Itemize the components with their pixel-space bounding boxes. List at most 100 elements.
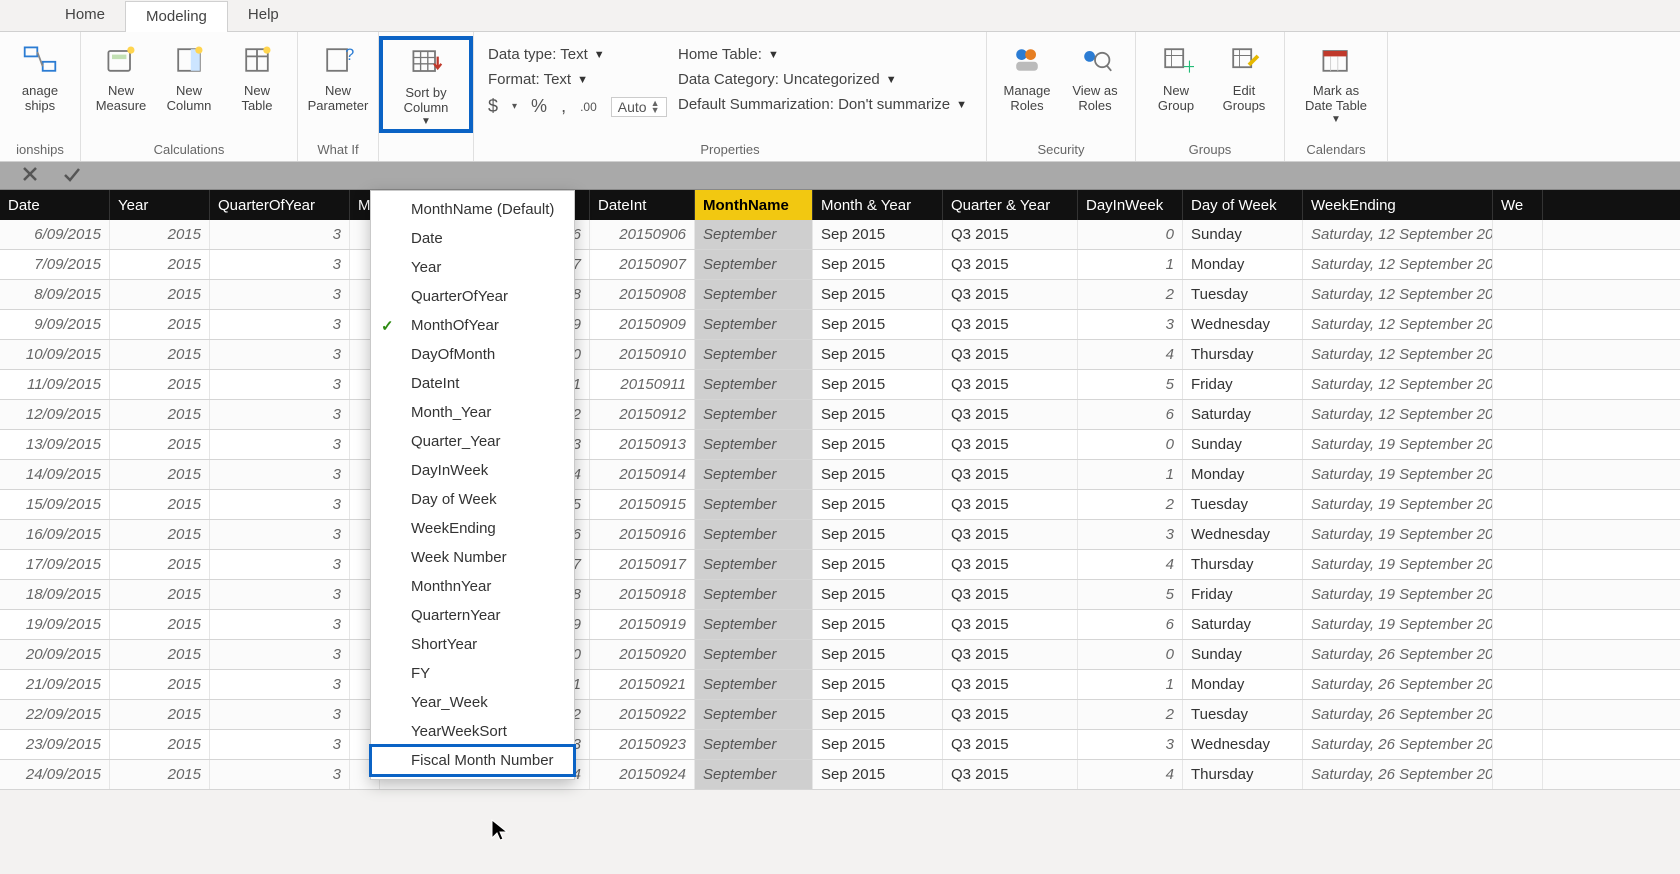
cell-dayinweek: 0 bbox=[1078, 430, 1183, 459]
col-dateint[interactable]: DateInt bbox=[590, 190, 695, 220]
cell-dayinweek: 2 bbox=[1078, 280, 1183, 309]
sort-menu-item[interactable]: Month_Year bbox=[371, 398, 574, 427]
cell-quarteryear: Q3 2015 bbox=[943, 670, 1078, 699]
table-row[interactable]: 19/09/2015 2015 3 9 20150919 September S… bbox=[0, 610, 1680, 640]
mark-as-date-table-button[interactable]: Mark as Date Table ▼ bbox=[1291, 38, 1381, 127]
cell-monthyear: Sep 2015 bbox=[813, 580, 943, 609]
cell-wk bbox=[1493, 310, 1543, 339]
table-row[interactable]: 10/09/2015 2015 3 0 20150910 September S… bbox=[0, 340, 1680, 370]
new-column-button[interactable]: New Column bbox=[155, 38, 223, 116]
edit-groups-button[interactable]: Edit Groups bbox=[1210, 38, 1278, 116]
table-row[interactable]: 6/09/2015 2015 3 6 20150906 September Se… bbox=[0, 220, 1680, 250]
table-row[interactable]: 9/09/2015 2015 3 9 20150909 September Se… bbox=[0, 310, 1680, 340]
tab-modeling[interactable]: Modeling bbox=[125, 1, 228, 32]
view-roles-icon bbox=[1075, 40, 1115, 80]
table-row[interactable]: 22/09/2015 2015 3 2 20150922 September S… bbox=[0, 700, 1680, 730]
sort-menu-item[interactable]: Date bbox=[371, 224, 574, 253]
sort-menu-item-label: Month_Year bbox=[411, 404, 491, 421]
sort-menu-item[interactable]: QuarterOfYear bbox=[371, 282, 574, 311]
sort-menu-item[interactable]: FY bbox=[371, 659, 574, 688]
table-row[interactable]: 23/09/2015 2015 3 3 20150923 September S… bbox=[0, 730, 1680, 760]
data-category-dropdown[interactable]: Data Category: Uncategorized▼ bbox=[678, 71, 980, 88]
table-row[interactable]: 16/09/2015 2015 3 6 20150916 September S… bbox=[0, 520, 1680, 550]
cancel-formula-button[interactable] bbox=[20, 164, 40, 187]
sort-menu-item[interactable]: MonthName (Default) bbox=[371, 195, 574, 224]
cell-dateint: 20150907 bbox=[590, 250, 695, 279]
cell-monthname: September bbox=[695, 520, 813, 549]
sort-menu-item[interactable]: Week Number bbox=[371, 543, 574, 572]
new-parameter-button[interactable]: ? New Parameter bbox=[304, 38, 372, 116]
sort-menu-item[interactable]: Year bbox=[371, 253, 574, 282]
cell-weekending: Saturday, 26 September 20 bbox=[1303, 730, 1493, 759]
table-row[interactable]: 13/09/2015 2015 3 3 20150913 September S… bbox=[0, 430, 1680, 460]
sort-menu-item[interactable]: DayInWeek bbox=[371, 456, 574, 485]
formula-input[interactable] bbox=[102, 162, 1680, 189]
cell-dayinweek: 6 bbox=[1078, 610, 1183, 639]
sort-menu-item[interactable]: MonthnYear bbox=[371, 572, 574, 601]
sort-menu-item[interactable]: QuarternYear bbox=[371, 601, 574, 630]
cell-monthyear: Sep 2015 bbox=[813, 520, 943, 549]
col-dayofweek[interactable]: Day of Week bbox=[1183, 190, 1303, 220]
home-table-dropdown[interactable]: Home Table:▼ bbox=[678, 46, 980, 63]
cell-date: 16/09/2015 bbox=[0, 520, 110, 549]
sort-menu-item[interactable]: YearWeekSort bbox=[371, 717, 574, 746]
sort-menu-item[interactable]: Day of Week bbox=[371, 485, 574, 514]
tab-help[interactable]: Help bbox=[228, 0, 299, 31]
table-row[interactable]: 12/09/2015 2015 3 2 20150912 September S… bbox=[0, 400, 1680, 430]
table-row[interactable]: 8/09/2015 2015 3 8 20150908 September Se… bbox=[0, 280, 1680, 310]
table-row[interactable]: 24/09/2015 2015 3 4 20150924 September S… bbox=[0, 760, 1680, 790]
cell-date: 12/09/2015 bbox=[0, 400, 110, 429]
decimals-button[interactable]: .00 bbox=[580, 100, 597, 114]
col-quarteryear[interactable]: Quarter & Year bbox=[943, 190, 1078, 220]
col-weekending[interactable]: WeekEnding bbox=[1303, 190, 1493, 220]
sort-menu-item[interactable]: ShortYear bbox=[371, 630, 574, 659]
new-measure-button[interactable]: New Measure bbox=[87, 38, 155, 116]
table-row[interactable]: 11/09/2015 2015 3 1 20150911 September S… bbox=[0, 370, 1680, 400]
new-table-button[interactable]: New Table bbox=[223, 38, 291, 116]
cell-year: 2015 bbox=[110, 700, 210, 729]
table-row[interactable]: 21/09/2015 2015 3 1 20150921 September S… bbox=[0, 670, 1680, 700]
table-row[interactable]: 7/09/2015 2015 3 7 20150907 September Se… bbox=[0, 250, 1680, 280]
auto-stepper[interactable]: Auto ▲▼ bbox=[611, 97, 667, 117]
table-row[interactable]: 15/09/2015 2015 3 5 20150915 September S… bbox=[0, 490, 1680, 520]
sort-menu-item[interactable]: Fiscal Month Number bbox=[371, 746, 574, 775]
format-dropdown[interactable]: Format: Text▼ bbox=[488, 71, 670, 88]
sort-menu-item[interactable]: DateInt bbox=[371, 369, 574, 398]
table-row[interactable]: 20/09/2015 2015 3 0 20150920 September S… bbox=[0, 640, 1680, 670]
sort-menu-item[interactable]: ✓MonthOfYear bbox=[371, 311, 574, 340]
col-date[interactable]: Date bbox=[0, 190, 110, 220]
cell-dayofweek: Wednesday bbox=[1183, 730, 1303, 759]
cell-quarteryear: Q3 2015 bbox=[943, 490, 1078, 519]
cell-qoy: 3 bbox=[210, 550, 350, 579]
col-year[interactable]: Year bbox=[110, 190, 210, 220]
col-monthyear[interactable]: Month & Year bbox=[813, 190, 943, 220]
sort-menu-item-label: MonthOfYear bbox=[411, 317, 499, 334]
tab-home[interactable]: Home bbox=[45, 0, 125, 31]
col-week[interactable]: We bbox=[1493, 190, 1543, 220]
col-monthname[interactable]: MonthName bbox=[695, 190, 813, 220]
percent-button[interactable]: % bbox=[531, 96, 547, 117]
view-as-roles-button[interactable]: View as Roles bbox=[1061, 38, 1129, 116]
col-quarterofyear[interactable]: QuarterOfYear bbox=[210, 190, 350, 220]
default-summarization-dropdown[interactable]: Default Summarization: Don't summarize▼ bbox=[678, 96, 980, 113]
sort-by-column-button[interactable]: Sort by Column ▼ bbox=[381, 38, 471, 131]
table-row[interactable]: 14/09/2015 2015 3 4 20150914 September S… bbox=[0, 460, 1680, 490]
data-type-dropdown[interactable]: Data type: Text▼ bbox=[488, 46, 670, 63]
table-row[interactable]: 18/09/2015 2015 3 8 20150918 September S… bbox=[0, 580, 1680, 610]
cell-wk bbox=[1493, 700, 1543, 729]
cell-dayinweek: 5 bbox=[1078, 580, 1183, 609]
accept-formula-button[interactable] bbox=[62, 164, 82, 187]
manage-relationships-button[interactable]: anage ships bbox=[6, 38, 74, 116]
cell-weekending: Saturday, 12 September 20 bbox=[1303, 370, 1493, 399]
sort-menu-item[interactable]: WeekEnding bbox=[371, 514, 574, 543]
sort-menu-item[interactable]: Quarter_Year bbox=[371, 427, 574, 456]
manage-roles-button[interactable]: Manage Roles bbox=[993, 38, 1061, 116]
currency-button[interactable]: $ bbox=[488, 96, 498, 117]
table-row[interactable]: 17/09/2015 2015 3 7 20150917 September S… bbox=[0, 550, 1680, 580]
comma-button[interactable]: , bbox=[561, 96, 566, 117]
col-dayinweek[interactable]: DayInWeek bbox=[1078, 190, 1183, 220]
sort-menu-item[interactable]: Year_Week bbox=[371, 688, 574, 717]
new-group-button[interactable]: ＋ New Group bbox=[1142, 38, 1210, 116]
sort-menu-item[interactable]: DayOfMonth bbox=[371, 340, 574, 369]
cell-weekending: Saturday, 19 September 20 bbox=[1303, 550, 1493, 579]
